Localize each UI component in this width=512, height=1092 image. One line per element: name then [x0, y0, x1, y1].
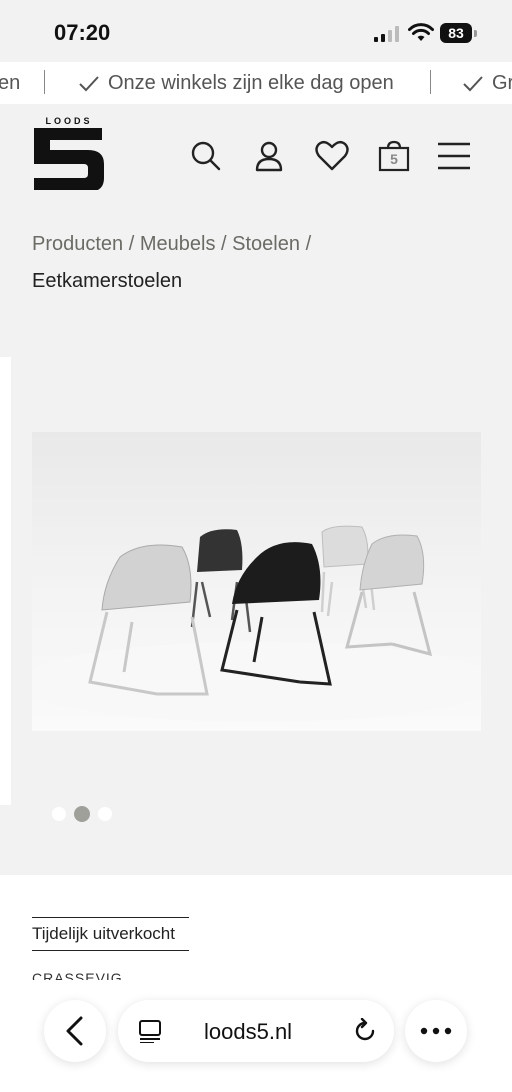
battery-level: 83 [440, 23, 472, 43]
ticker-divider [44, 70, 45, 94]
stock-status-badge: Tijdelijk uitverkocht [32, 917, 189, 951]
ticker-item: Onze winkels zijn elke dag open [78, 72, 394, 95]
menu-icon[interactable] [437, 140, 471, 172]
carousel-dot-3[interactable] [98, 807, 112, 821]
more-options-button[interactable] [405, 1000, 467, 1062]
breadcrumb-current: Eetkamerstoelen [32, 270, 183, 292]
reload-icon[interactable] [352, 1018, 378, 1044]
chevron-left-icon [66, 1016, 83, 1046]
back-button[interactable] [44, 1000, 106, 1062]
ticker-fragment-left: en [0, 72, 21, 94]
browser-toolbar: loods5.nl [0, 990, 512, 1092]
url-text[interactable]: loods5.nl [204, 1019, 292, 1045]
battery-icon: 83 [440, 23, 478, 43]
account-icon[interactable] [253, 140, 285, 172]
carousel-dot-2[interactable] [74, 806, 90, 822]
site-header: LOODS 5 [0, 104, 512, 204]
svg-text:LOODS: LOODS [45, 116, 92, 126]
more-icon [420, 1027, 452, 1035]
product-image[interactable] [32, 432, 481, 731]
announcement-ticker: en Onze winkels zijn elke dag open Gr [0, 62, 512, 104]
carousel-dot-1[interactable] [52, 807, 66, 821]
checkmark-icon [463, 75, 483, 91]
heart-icon[interactable] [315, 140, 349, 172]
ticker-message: Onze winkels zijn elke dag open [108, 72, 394, 94]
previous-slide-edge[interactable] [0, 357, 11, 805]
cart-icon[interactable]: 5 [378, 140, 410, 172]
breadcrumb-item-stoelen[interactable]: Stoelen [232, 233, 300, 255]
address-bar[interactable]: loods5.nl [118, 1000, 394, 1062]
clock: 07:20 [54, 20, 111, 45]
cart-count: 5 [390, 151, 398, 167]
breadcrumb-item-producten[interactable]: Producten [32, 233, 123, 255]
breadcrumb: Producten / Meubels / Stoelen / [32, 233, 312, 255]
breadcrumb-item-meubels[interactable]: Meubels [140, 233, 216, 255]
carousel-dots [52, 806, 112, 822]
loods5-logo[interactable]: LOODS [32, 116, 106, 190]
ticker-divider [430, 70, 431, 94]
ticker-fragment-right: Gr [462, 72, 512, 95]
tabs-icon[interactable] [138, 1019, 162, 1043]
wifi-icon [408, 23, 434, 41]
status-bar: 07:20 83 [0, 0, 512, 62]
cellular-signal-icon [374, 26, 399, 42]
search-icon[interactable] [190, 140, 222, 172]
product-brand[interactable]: CRASSEVIG [32, 970, 123, 980]
checkmark-icon [79, 75, 99, 91]
